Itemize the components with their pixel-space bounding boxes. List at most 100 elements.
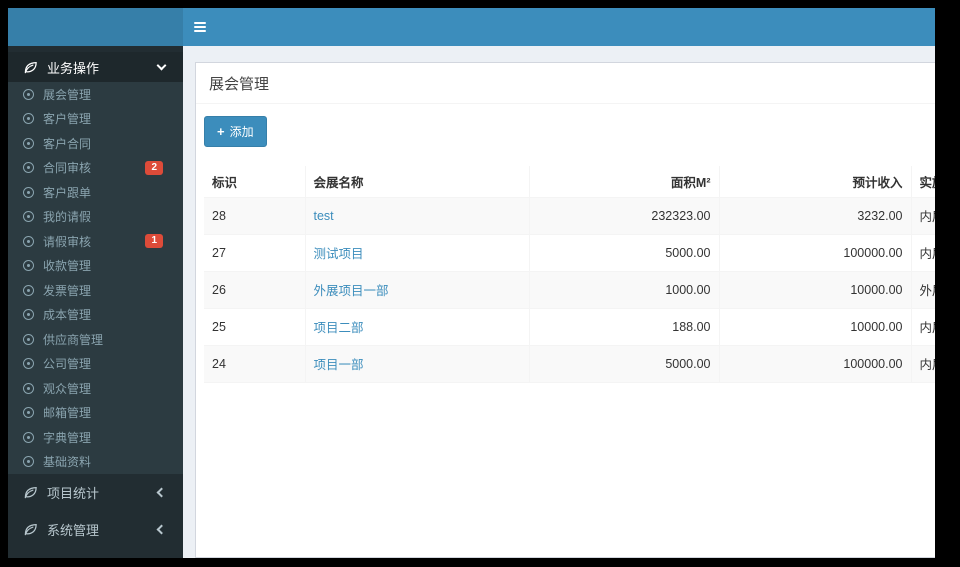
table-row: 26 外展项目一部 1000.00 10000.00 外展项目 [204, 270, 935, 309]
dot-circle-icon [23, 358, 34, 370]
sidebar-item-label: 邮箱管理 [43, 406, 92, 421]
panel-header: 展会管理 [196, 63, 935, 104]
sidebar-item-label: 我的请假 [43, 210, 92, 225]
cell-id: 28 [204, 196, 306, 235]
count-badge: 1 [145, 234, 163, 249]
sidebar-item-audience-mgmt[interactable]: 观众管理 [8, 376, 183, 401]
cell-id: 27 [204, 233, 306, 272]
sidebar-item-customer-contract[interactable]: 客户合同 [8, 131, 183, 156]
exhibition-link[interactable]: 外展项目一部 [314, 284, 389, 298]
cell-income: 100000.00 [718, 344, 912, 383]
cell-dept: 内展项目 [910, 233, 935, 272]
sidebar-item-leave-review[interactable]: 请假审核 1 [8, 229, 183, 254]
add-button[interactable]: + 添加 [204, 116, 267, 147]
sidebar-item-label: 合同审核 [43, 161, 92, 176]
dot-circle-icon [23, 431, 34, 443]
cell-dept: 内展项目 [910, 344, 935, 383]
sidebar-item-label: 客户管理 [43, 112, 92, 127]
sidebar-item-basic-data[interactable]: 基础资料 [8, 450, 183, 475]
dot-circle-icon [23, 137, 34, 149]
table-header-row: 标识 会展名称 面积M² 预计收入 实施部门 [204, 166, 935, 198]
cell-area: 232323.00 [528, 196, 720, 235]
app-window: 业务操作 展会管理 客户管理 客户合同 合同审核 2 客户跟单 我的请假 请假审… [8, 8, 935, 558]
dot-circle-icon [23, 382, 34, 394]
sidebar-item-label: 观众管理 [43, 381, 92, 396]
hamburger-icon[interactable] [192, 13, 222, 41]
topbar [8, 8, 935, 46]
sidebar-item-company-mgmt[interactable]: 公司管理 [8, 352, 183, 377]
table-row: 27 测试项目 5000.00 100000.00 内展项目 [204, 233, 935, 272]
cell-dept: 内展项目 [910, 307, 935, 346]
sidebar-submenu: 展会管理 客户管理 客户合同 合同审核 2 客户跟单 我的请假 请假审核 1 收… [8, 82, 183, 474]
sidebar-item-label: 供应商管理 [43, 332, 104, 347]
sidebar-section-business-ops[interactable]: 业务操作 [8, 52, 183, 82]
exhibition-link[interactable]: 项目二部 [314, 321, 364, 335]
sidebar-item-cost-mgmt[interactable]: 成本管理 [8, 303, 183, 328]
sidebar-item-label: 成本管理 [43, 308, 92, 323]
cell-area: 5000.00 [528, 344, 720, 383]
count-badge: 2 [145, 160, 163, 175]
dot-circle-icon [23, 407, 34, 419]
sidebar-item-dictionary-mgmt[interactable]: 字典管理 [8, 425, 183, 450]
exhibition-link[interactable]: 项目一部 [314, 358, 364, 372]
cell-area: 1000.00 [528, 270, 720, 309]
sidebar-item-label: 收款管理 [43, 259, 92, 274]
dot-circle-icon [23, 186, 34, 198]
chevron-down-icon [156, 60, 167, 71]
sidebar-item-label: 客户跟单 [43, 185, 92, 200]
dot-circle-icon [23, 260, 34, 272]
cell-area: 5000.00 [528, 233, 720, 272]
cell-dept: 外展项目 [910, 270, 935, 309]
column-header-id: 标识 [204, 166, 306, 198]
sidebar-section-project-stats[interactable]: 项目统计 [8, 474, 183, 511]
table-row: 24 项目一部 5000.00 100000.00 内展项目 [204, 344, 935, 383]
sidebar-item-customer-followup[interactable]: 客户跟单 [8, 180, 183, 205]
sidebar-item-label: 发票管理 [43, 283, 92, 298]
dot-circle-icon [23, 284, 34, 296]
leaf-icon [23, 522, 38, 537]
content-panel: 展会管理 + 添加 标识 会展名称 面积M² 预计收入 实施部门 [195, 62, 935, 558]
dot-circle-icon [23, 88, 34, 100]
cell-id: 24 [204, 344, 306, 383]
logo-area[interactable] [8, 8, 183, 46]
sidebar-item-label: 公司管理 [43, 357, 92, 372]
panel-body: + 添加 标识 会展名称 面积M² 预计收入 实施部门 [196, 104, 935, 383]
navbar [183, 8, 935, 46]
sidebar-section-label: 项目统计 [47, 486, 100, 501]
dot-circle-icon [23, 162, 34, 174]
dot-circle-icon [23, 235, 34, 247]
cell-dept: 内展项目 [910, 196, 935, 235]
exhibition-link[interactable]: test [314, 209, 334, 223]
cell-id: 26 [204, 270, 306, 309]
sidebar-item-exhibition-mgmt[interactable]: 展会管理 [8, 82, 183, 107]
sidebar-item-mailbox-mgmt[interactable]: 邮箱管理 [8, 401, 183, 426]
sidebar-item-label: 基础资料 [43, 455, 92, 470]
sidebar-item-supplier-mgmt[interactable]: 供应商管理 [8, 327, 183, 352]
column-header-area: 面积M² [528, 166, 720, 198]
table-row: 25 项目二部 188.00 10000.00 内展项目 [204, 307, 935, 346]
sidebar-item-label: 展会管理 [43, 87, 92, 102]
cell-area: 188.00 [528, 307, 720, 346]
sidebar-item-label: 字典管理 [43, 430, 92, 445]
sidebar: 业务操作 展会管理 客户管理 客户合同 合同审核 2 客户跟单 我的请假 请假审… [8, 46, 183, 558]
sidebar-item-payment-mgmt[interactable]: 收款管理 [8, 254, 183, 279]
sidebar-item-invoice-mgmt[interactable]: 发票管理 [8, 278, 183, 303]
chevron-left-icon [156, 524, 167, 535]
cell-income: 10000.00 [718, 270, 912, 309]
dot-circle-icon [23, 113, 34, 125]
cell-income: 10000.00 [718, 307, 912, 346]
leaf-icon [23, 60, 38, 75]
exhibition-link[interactable]: 测试项目 [314, 247, 364, 261]
sidebar-item-customer-mgmt[interactable]: 客户管理 [8, 107, 183, 132]
dot-circle-icon [23, 333, 34, 345]
sidebar-item-label: 请假审核 [43, 234, 92, 249]
plus-icon: + [217, 124, 225, 139]
cell-income: 3232.00 [718, 196, 912, 235]
sidebar-section-system-mgmt[interactable]: 系统管理 [8, 511, 183, 548]
dot-circle-icon [23, 211, 34, 223]
main-content: 展会管理 + 添加 标识 会展名称 面积M² 预计收入 实施部门 [183, 46, 935, 558]
cell-id: 25 [204, 307, 306, 346]
sidebar-item-contract-review[interactable]: 合同审核 2 [8, 156, 183, 181]
sidebar-item-label: 客户合同 [43, 136, 92, 151]
sidebar-item-my-leave[interactable]: 我的请假 [8, 205, 183, 230]
